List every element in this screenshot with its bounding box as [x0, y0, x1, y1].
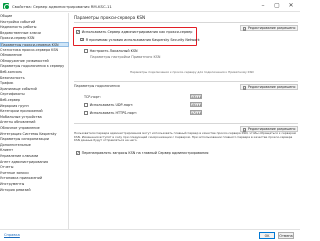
maximize-icon[interactable]: ▢	[270, 0, 284, 12]
connection-header: Параметры подключения	[74, 84, 120, 88]
accept-ksn-label: Я принимаю условия использования Kaspers…	[85, 37, 200, 42]
sidebar-item-ksn-proxy-stats[interactable]: Статистика прокси-сервера KSN	[0, 48, 69, 53]
use-proxy-label: Использовать Сервер администрирования ка…	[81, 30, 193, 34]
sidebar-item-traffic[interactable]: Трафик	[0, 81, 69, 86]
proxy-param-text: Параметры подключения к прокси-серверу д…	[130, 70, 254, 74]
inherit-checkbox[interactable]: ✓	[242, 27, 246, 31]
sidebar-item-reliability[interactable]: Надежность работы	[0, 25, 69, 30]
sidebar-item-nagent[interactable]: Агент администрирования	[0, 160, 69, 165]
forward-row[interactable]: ✓ Перенаправлять запросы KSN на главный …	[76, 151, 208, 155]
udp-row[interactable]: Использовать UDP-порт:	[84, 103, 133, 107]
sidebar-item-update-agents[interactable]: Агенты обновлений	[0, 120, 69, 125]
ok-button[interactable]: OK	[259, 232, 275, 239]
inherit-toggle[interactable]: ✓ Редактирование разрешено	[240, 25, 298, 31]
forward-label: Перенаправлять запросы KSN на главный Се…	[81, 151, 209, 155]
use-proxy-row[interactable]: ✓ Использовать Сервер администрирования …	[76, 30, 192, 34]
sidebar-item-keys[interactable]: Ведомственные ключи	[0, 31, 69, 36]
tcp-port-input[interactable]: 13111	[190, 94, 202, 99]
private-ksn-row[interactable]: Настроить Локальный KSN	[84, 49, 138, 53]
sidebar-item-connection[interactable]: Параметры подключения к серверу	[0, 64, 69, 69]
use-proxy-checkbox[interactable]: ✓	[76, 30, 80, 34]
sidebar-item-group-hierarchy[interactable]: Иерархия групп	[0, 104, 69, 109]
inherit-label: Редактирование разрешено	[248, 26, 296, 30]
accept-ksn-checkbox[interactable]: ✓	[80, 37, 84, 42]
minimize-icon[interactable]: –	[256, 0, 270, 12]
sidebar-item-cloud[interactable]: Облачное управление	[0, 126, 69, 131]
sidebar-item-app-categories[interactable]: Категории приложений	[0, 109, 69, 114]
sidebar-item-key-management[interactable]: Управление ключами	[0, 154, 69, 159]
forward-checkbox[interactable]: ✓	[76, 151, 80, 155]
sidebar: Общие Настройка событий Надежность работ…	[0, 13, 69, 229]
tcp-port-label: TCP-порт:	[84, 95, 101, 99]
private-ksn-checkbox[interactable]	[84, 49, 88, 53]
sidebar-item-ksn-proxy[interactable]: Прокси-сервер KSN	[0, 36, 69, 41]
inherit-checkbox-2[interactable]: ✓	[242, 86, 246, 90]
sidebar-item-client[interactable]: Клиент	[0, 148, 69, 153]
title-bar: Свойства: Сервер администрирования RM-KS…	[0, 0, 300, 12]
sidebar-item-ksn-proxy-params[interactable]: Параметры прокси-сервера KSN	[0, 42, 69, 48]
https-port-input[interactable]: 17111	[190, 110, 202, 115]
window-title: Свойства: Сервер администрирования RM-KS…	[12, 3, 112, 9]
inherit-label-2: Редактирование разрешено	[248, 85, 296, 89]
app-icon	[3, 3, 10, 10]
sidebar-item-reports[interactable]: Отчеты	[0, 165, 69, 170]
udp-checkbox[interactable]	[84, 103, 88, 107]
sidebar-item-events[interactable]: Настройка событий	[0, 20, 69, 25]
sidebar-item-event-storage[interactable]: Хранилище событий	[0, 87, 69, 92]
sidebar-item-accounts[interactable]: Учетные записи	[0, 171, 69, 176]
cancel-button[interactable]: Отмена	[278, 232, 294, 239]
bottom-bar: Справка OK Отмена	[0, 229, 300, 241]
sidebar-item-web-console[interactable]: Веб-консоль	[0, 70, 69, 75]
sidebar-item-mobile[interactable]: Мобильные устройства	[0, 115, 69, 120]
sidebar-item-security[interactable]: Безопасность	[0, 76, 69, 81]
sidebar-item-updates[interactable]: Обновление	[0, 53, 69, 58]
https-label: Использовать HTTPS-порт:	[89, 111, 138, 115]
https-checkbox[interactable]	[84, 111, 88, 115]
accept-ksn-row[interactable]: ✓ Я принимаю условия использования Kaspe…	[80, 38, 200, 42]
sidebar-item-sync[interactable]: Параметры синхронизации	[0, 137, 69, 142]
udp-label: Использовать UDP-порт:	[89, 103, 134, 107]
close-icon[interactable]: ✕	[284, 0, 298, 12]
sidebar-item-general[interactable]: Общие	[0, 14, 69, 19]
private-ksn-label: Настроить Локальный KSN	[89, 49, 138, 53]
sidebar-item-vulnerabilities[interactable]: Обнаружение уязвимостей	[0, 59, 69, 64]
forward-paragraph: Пользователи Сервера администрирования м…	[74, 131, 296, 143]
sidebar-item-certificates[interactable]: Сертификаты	[0, 92, 69, 97]
sidebar-item-revisions[interactable]: История ревизий	[0, 188, 69, 193]
private-ksn-hint[interactable]: Параметры настройки Приватного KSN	[90, 55, 160, 59]
sidebar-item-additional[interactable]: Дополнительные	[0, 143, 69, 148]
page-title: Параметры прокси-сервера KSN	[74, 15, 146, 20]
sidebar-item-tools[interactable]: Инструменты	[0, 182, 69, 187]
udp-port-input[interactable]: 15111	[190, 102, 202, 107]
sidebar-item-integration[interactable]: Интеграция Системы Kaspersky	[0, 132, 69, 137]
main-panel: Параметры прокси-сервера KSN ✓ Редактиро…	[70, 13, 298, 229]
sidebar-item-web-server[interactable]: Веб-сервер	[0, 98, 69, 103]
https-row[interactable]: Использовать HTTPS-порт:	[84, 111, 137, 115]
help-link[interactable]: Справка	[4, 233, 20, 237]
inherit-toggle-2[interactable]: ✓ Редактирование разрешено	[240, 84, 298, 90]
sidebar-item-install[interactable]: Установка приложений	[0, 176, 69, 181]
